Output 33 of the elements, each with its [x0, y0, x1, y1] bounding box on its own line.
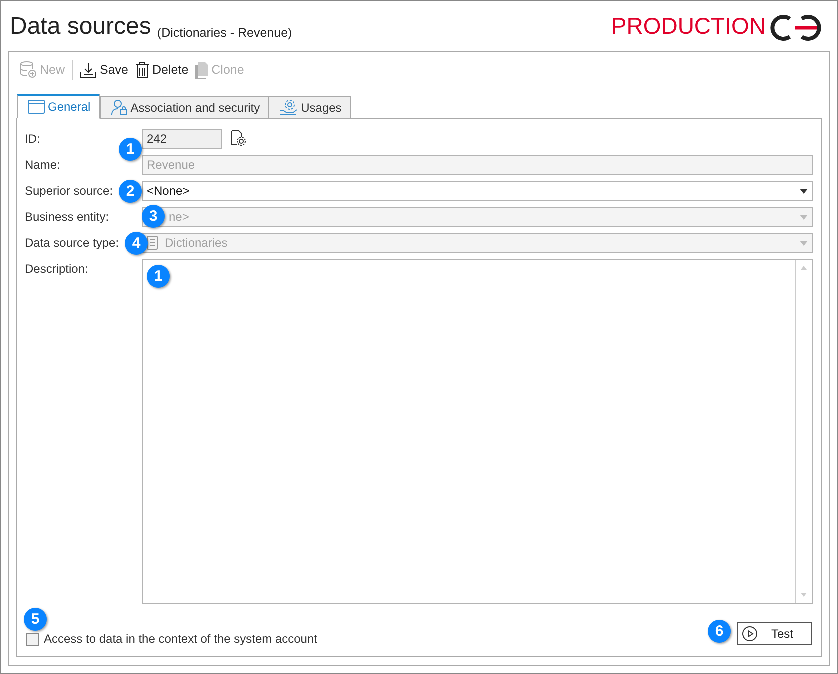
- user-lock-icon: [110, 99, 128, 116]
- window-subtitle: (Dictionaries - Revenue): [157, 26, 292, 40]
- window-icon: [28, 100, 45, 114]
- text-area[interactable]: [142, 259, 813, 604]
- test-button[interactable]: Test: [737, 622, 812, 645]
- document-icon: [194, 62, 209, 78]
- window-title: Data sources: [10, 13, 152, 41]
- save-button[interactable]: Save: [77, 60, 132, 80]
- tab[interactable]: General: [17, 94, 100, 119]
- field-label: Business entity:: [25, 209, 110, 226]
- system-account-checkbox[interactable]: Access to data in the context of the system account: [26, 632, 318, 646]
- number-badge: 4: [125, 232, 148, 255]
- download-tray-icon: [80, 62, 98, 78]
- field-label: Description:: [25, 261, 88, 278]
- field-label: Name:: [25, 157, 60, 174]
- number-badge: 1: [119, 138, 142, 161]
- number-badge: 3: [142, 205, 165, 228]
- database-add-icon: [20, 61, 37, 79]
- document-gear-icon: [230, 130, 247, 147]
- delete-button[interactable]: Delete: [132, 60, 192, 80]
- environment-label: PRODUCTION: [611, 13, 766, 40]
- field-label: Data source type:: [25, 235, 120, 252]
- trash-icon: [134, 62, 150, 78]
- tab[interactable]: Usages: [268, 96, 351, 119]
- tab[interactable]: Association and security: [100, 96, 270, 119]
- number-badge: 5: [24, 608, 47, 631]
- number-badge: 2: [119, 180, 142, 203]
- field-label: Superior source:: [25, 183, 114, 200]
- gear-hand-icon: [279, 99, 298, 116]
- field-label: ID:: [25, 131, 40, 148]
- dropdown[interactable]: <None>: [142, 181, 813, 201]
- play-icon: [742, 626, 758, 642]
- number-badge: 6: [708, 620, 731, 643]
